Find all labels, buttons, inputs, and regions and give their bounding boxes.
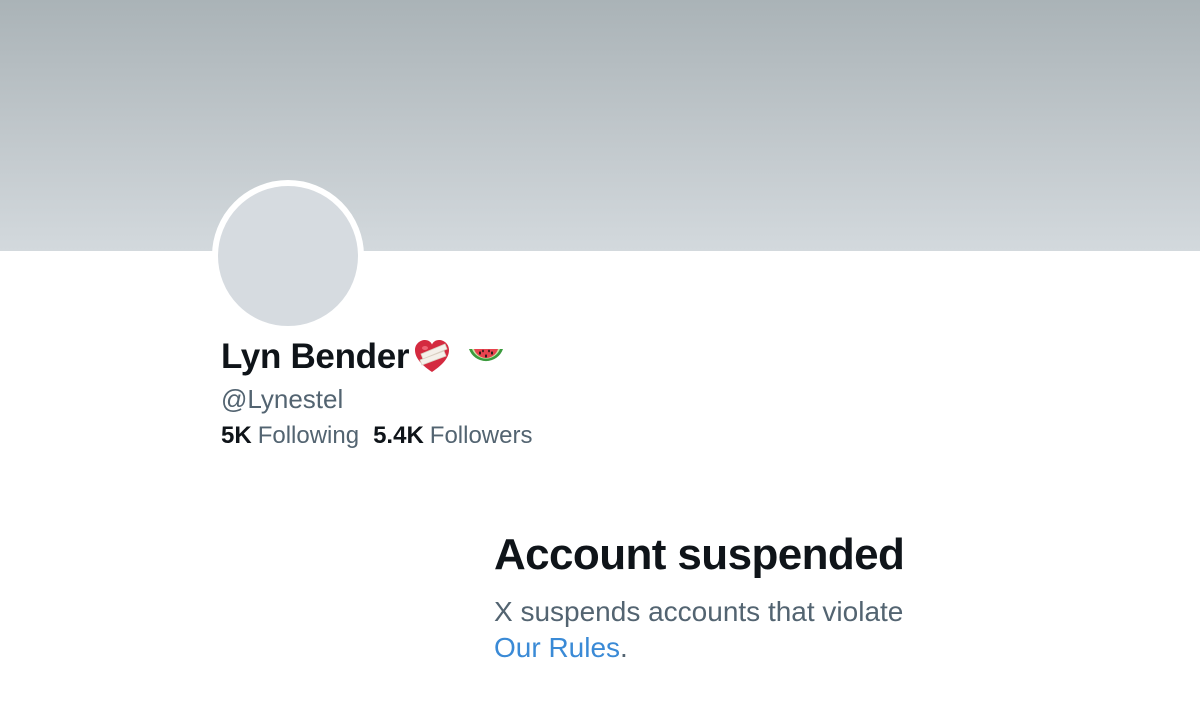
profile-info: Lyn Bender @Lynestel 5K Following 5.4K F… xyxy=(221,332,532,452)
our-rules-link[interactable]: Our Rules xyxy=(494,632,620,663)
suspension-title: Account suspended xyxy=(494,530,905,579)
followers-label: Followers xyxy=(429,422,533,449)
profile-banner xyxy=(0,0,1200,251)
suspension-message: X suspends accounts that violate Our Rul… xyxy=(494,594,904,666)
profile-stats: 5K Following 5.4K Followers xyxy=(221,420,532,452)
suspension-message-text: X suspends accounts that violate xyxy=(494,596,904,627)
followers-stat[interactable]: 5.4K Followers xyxy=(373,420,532,452)
following-stat[interactable]: 5K Following xyxy=(221,420,359,452)
handle: @Lynestel xyxy=(221,384,344,414)
suspension-notice: Account suspended X suspends accounts th… xyxy=(494,526,905,666)
heart-with-bandage-icon xyxy=(412,337,452,377)
suspension-message-suffix: . xyxy=(620,632,628,663)
following-count: 5K xyxy=(221,422,252,449)
avatar xyxy=(212,180,364,332)
profile-page: Lyn Bender @Lynestel 5K Following 5.4K F… xyxy=(0,0,1200,723)
display-name-row: Lyn Bender xyxy=(221,332,532,382)
followers-count: 5.4K xyxy=(373,422,424,449)
watermelon-icon xyxy=(466,337,506,377)
display-name: Lyn Bender xyxy=(221,337,410,376)
following-label: Following xyxy=(257,422,360,449)
